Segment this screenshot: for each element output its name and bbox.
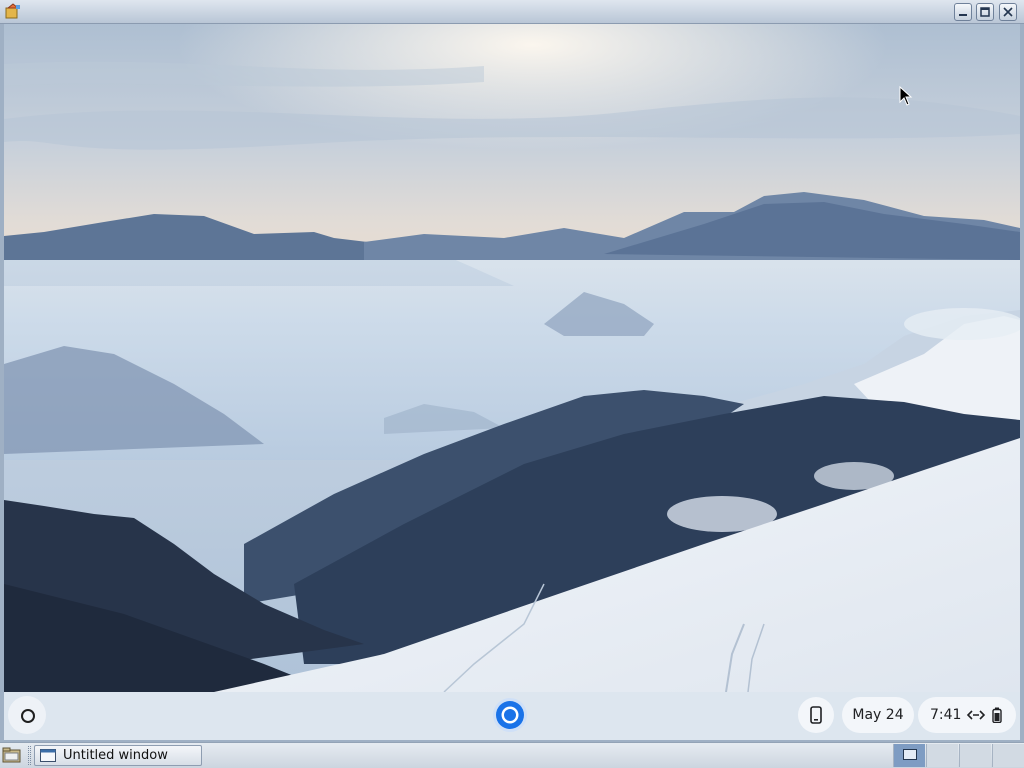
minimize-button[interactable] (954, 3, 972, 21)
workspace-window-thumb (903, 749, 917, 760)
file-manager-icon[interactable] (2, 746, 22, 765)
launcher-icon (21, 709, 35, 723)
shelf: May 24 7:41 (4, 692, 1020, 740)
phone-hub-icon (810, 706, 822, 724)
workspace-4[interactable] (992, 744, 1024, 767)
clock-time: 7:41 (930, 707, 962, 723)
window-titlebar[interactable] (0, 0, 1024, 24)
desktop[interactable] (4, 24, 1020, 692)
launcher-button[interactable] (8, 696, 46, 734)
taskbar-separator (28, 746, 31, 765)
date-label: May 24 (852, 707, 904, 723)
network-icon (966, 710, 986, 720)
close-button[interactable] (999, 3, 1017, 21)
close-icon (1003, 7, 1013, 17)
maximize-icon (980, 7, 990, 17)
workspace-1[interactable] (893, 744, 925, 767)
app-icon (5, 3, 20, 19)
phone-hub-button[interactable] (798, 697, 834, 733)
mouse-cursor-icon (899, 86, 913, 106)
wallpaper-image (4, 24, 1020, 692)
workspace-2[interactable] (926, 744, 958, 767)
window-icon (40, 749, 56, 762)
task-label: Untitled window (63, 748, 168, 763)
task-untitled-window[interactable]: Untitled window (34, 745, 202, 766)
host-taskbar: Untitled window (0, 742, 1024, 768)
workspace-3[interactable] (959, 744, 991, 767)
maximize-button[interactable] (976, 3, 994, 21)
status-tray[interactable]: 7:41 (918, 697, 1016, 733)
date-tray[interactable]: May 24 (842, 697, 914, 733)
chrome-browser-icon[interactable] (492, 697, 528, 733)
minimize-icon (959, 14, 967, 16)
battery-icon (992, 707, 1002, 723)
